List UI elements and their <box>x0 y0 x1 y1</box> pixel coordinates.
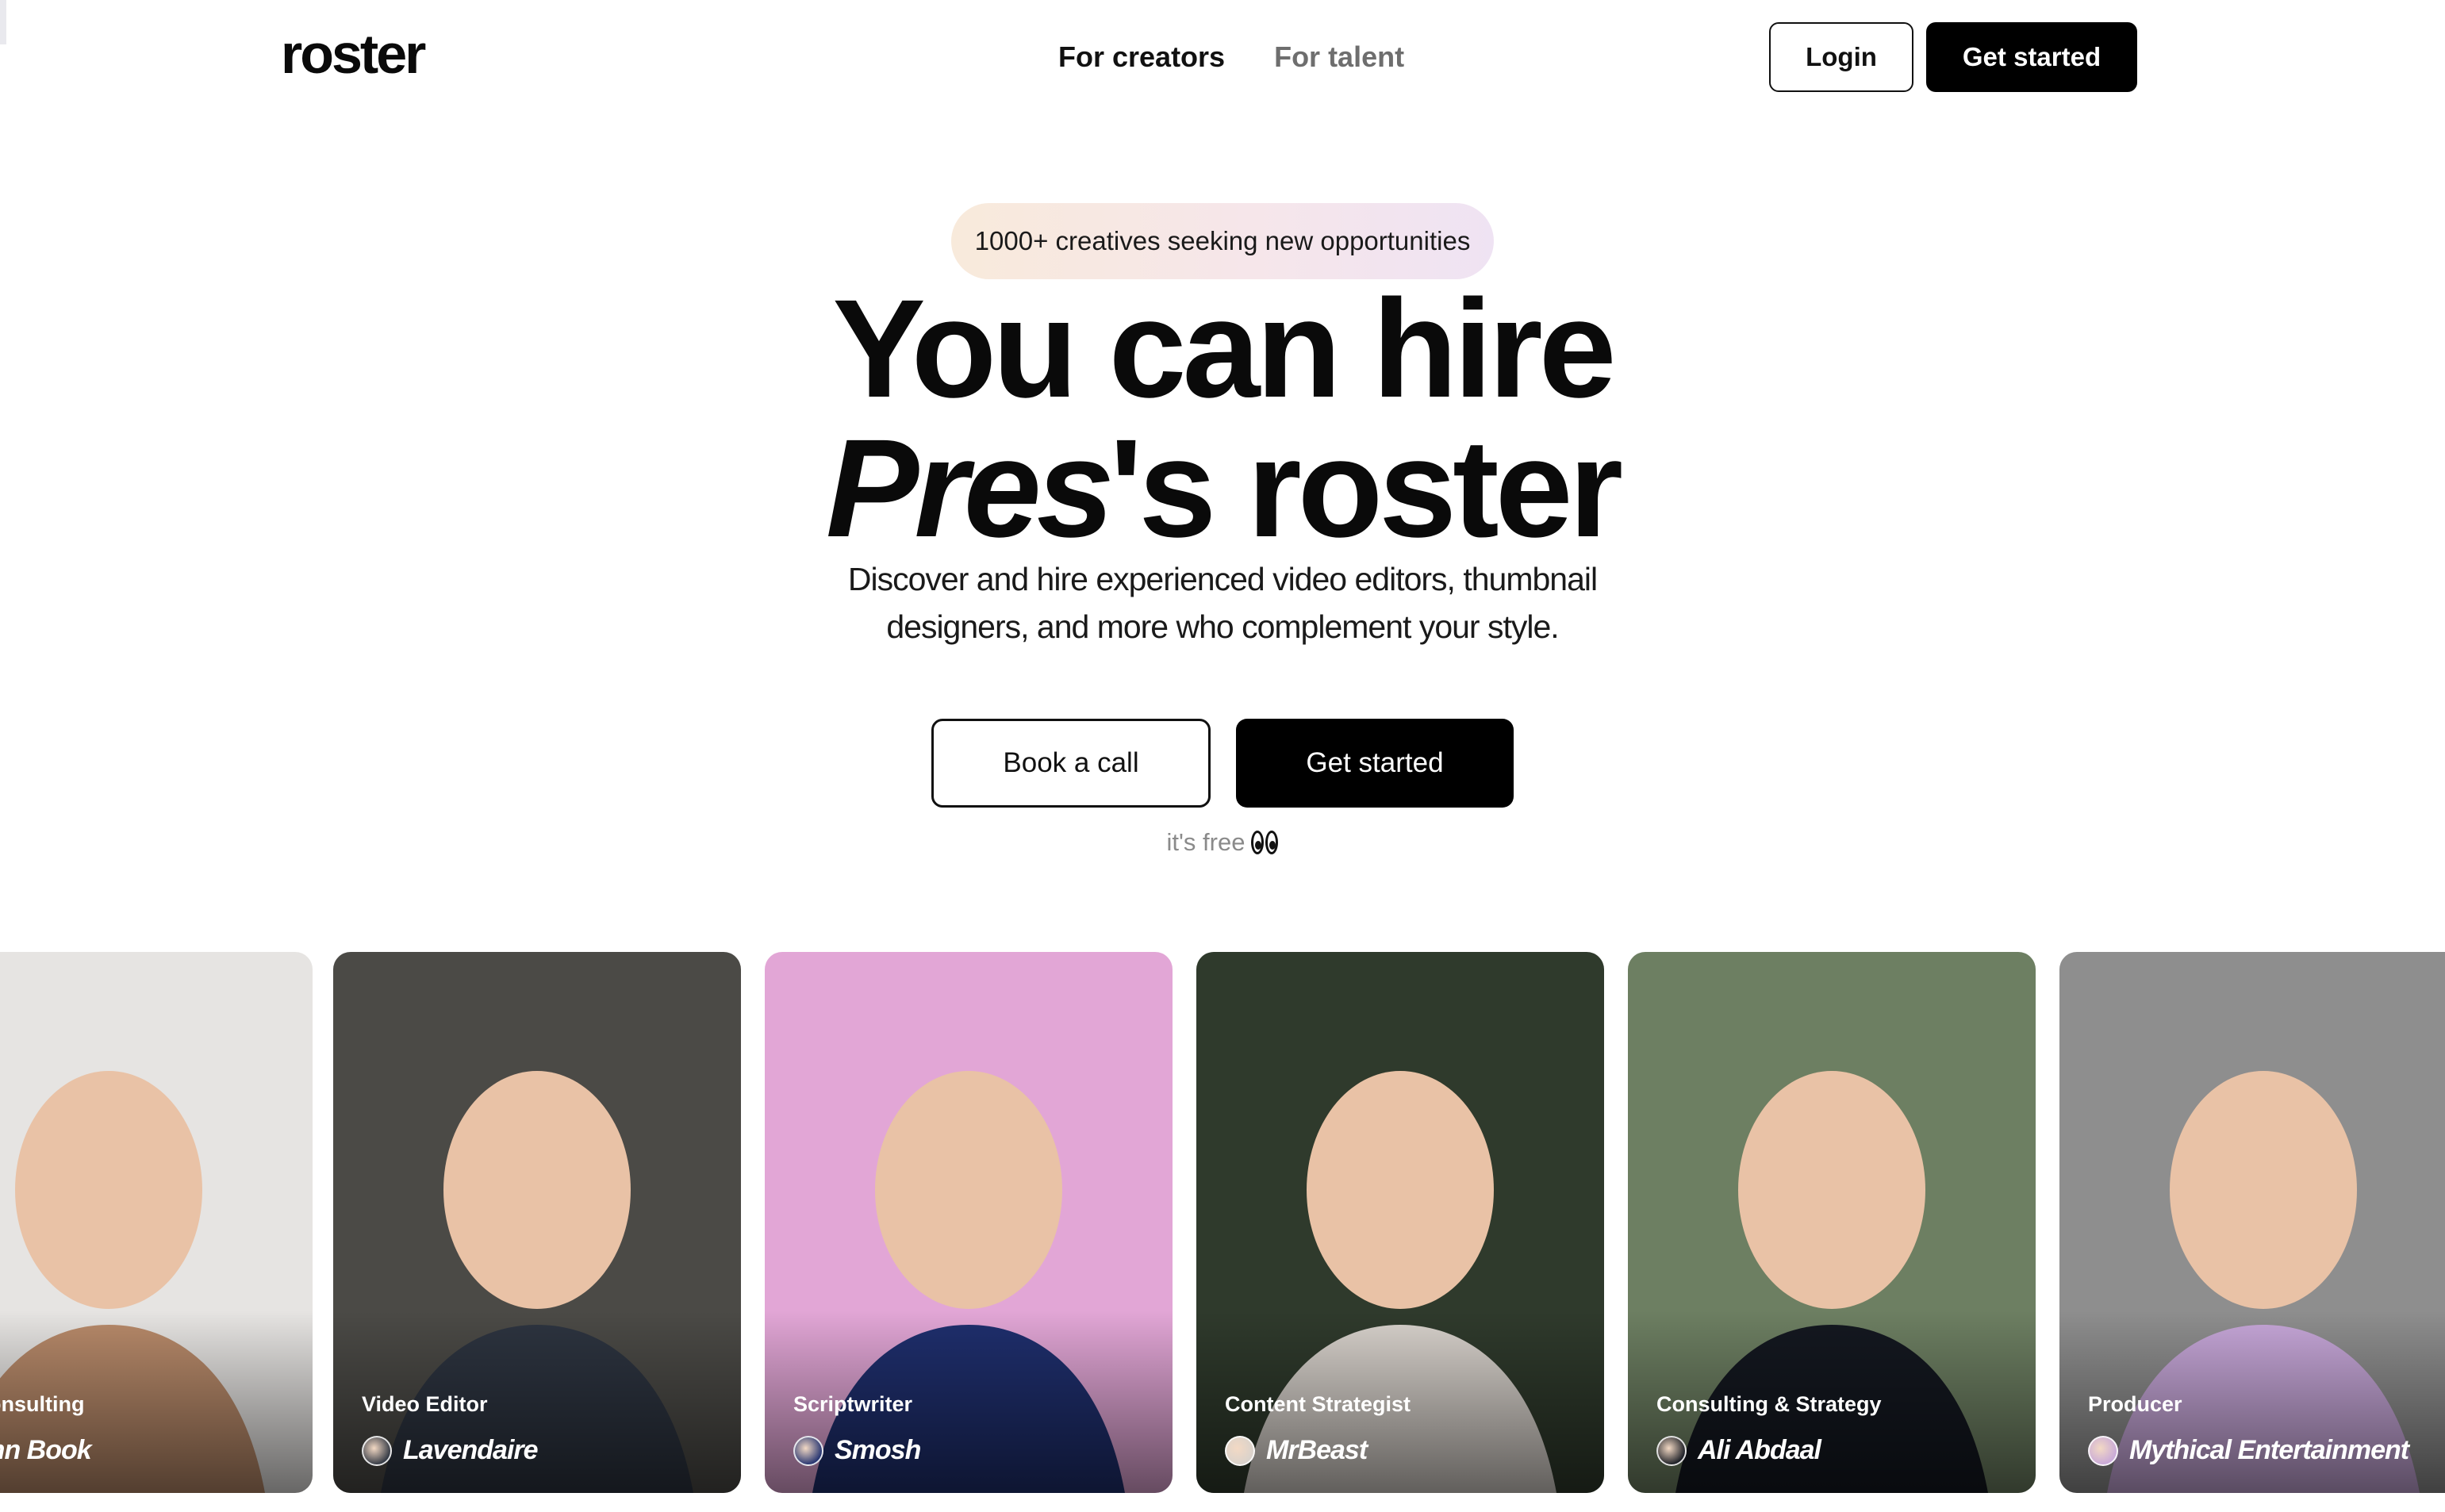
creator-name-row: Lavendaire <box>362 1435 539 1466</box>
window-edge <box>0 0 6 44</box>
headline-line-1: You can hire <box>832 271 1616 427</box>
hero-subcopy: Discover and hire experienced video edit… <box>847 561 1598 645</box>
eyes-icon <box>1251 831 1279 854</box>
creator-avatar-icon <box>362 1435 392 1466</box>
headline-suffix: 's roster <box>1109 411 1623 566</box>
nav-for-creators[interactable]: For creators <box>1058 36 1225 78</box>
free-note: it's free <box>1143 828 1302 857</box>
hero-get-started-button[interactable]: Get started <box>1236 719 1514 808</box>
creator-card[interactable]: Consulting & Strategy Ali Abdaal <box>1628 952 2036 1493</box>
creator-name-row: Mythical Entertainment <box>2088 1435 2409 1466</box>
creator-card[interactable]: Video Editor Lavendaire <box>333 952 741 1493</box>
header-get-started-button[interactable]: Get started <box>1926 22 2137 92</box>
creator-role: y & Consulting <box>0 1392 85 1416</box>
creator-avatar-icon <box>1656 1435 1687 1466</box>
creator-name: Lavendaire <box>403 1435 539 1465</box>
creator-role: Producer <box>2088 1392 2182 1416</box>
creator-name: Smosh <box>835 1435 921 1465</box>
nav-for-talent[interactable]: For talent <box>1274 36 1404 78</box>
creator-card[interactable]: y & Consulting organn Book <box>0 952 313 1493</box>
creator-role: Video Editor <box>362 1392 488 1416</box>
creator-name: organn Book <box>0 1435 92 1465</box>
creator-name-row: Smosh <box>793 1435 921 1466</box>
creator-avatar-icon <box>793 1435 823 1466</box>
creator-name-row: organn Book <box>0 1435 92 1466</box>
creator-card[interactable]: Content Strategist MrBeast <box>1196 952 1604 1493</box>
creator-avatar-icon <box>1225 1435 1255 1466</box>
free-note-text: it's free <box>1166 828 1246 856</box>
creator-role: Consulting & Strategy <box>1656 1392 1882 1416</box>
book-call-button[interactable]: Book a call <box>931 719 1211 808</box>
hero-headline: You can hire Pres's roster <box>0 279 2445 558</box>
creatives-count-pill: 1000+ creatives seeking new opportunitie… <box>951 203 1494 279</box>
creator-role: Scriptwriter <box>793 1392 913 1416</box>
creator-name-row: MrBeast <box>1225 1435 1368 1466</box>
creator-role: Content Strategist <box>1225 1392 1411 1416</box>
creator-card[interactable]: Producer Mythical Entertainment <box>2059 952 2445 1493</box>
headline-line-2: Pres's roster <box>0 419 2445 558</box>
main-nav: For creators For talent <box>1058 36 1404 78</box>
creator-avatar-icon <box>2088 1435 2118 1466</box>
login-button[interactable]: Login <box>1769 22 1913 92</box>
creator-name-row: Ali Abdaal <box>1656 1435 1821 1466</box>
creator-name: Ali Abdaal <box>1698 1435 1821 1465</box>
creator-card[interactable]: Scriptwriter Smosh <box>765 952 1173 1493</box>
headline-creator-name: Pres <box>825 411 1115 566</box>
landing-page: roster For creators For talent Login Get… <box>0 0 2445 1512</box>
roster-logo[interactable]: roster <box>281 22 426 86</box>
creator-name: MrBeast <box>1266 1435 1368 1465</box>
creator-card-carousel: y & Consulting organn Book Video Editor Lav… <box>0 952 2445 1493</box>
creator-name: Mythical Entertainment <box>2129 1435 2409 1465</box>
